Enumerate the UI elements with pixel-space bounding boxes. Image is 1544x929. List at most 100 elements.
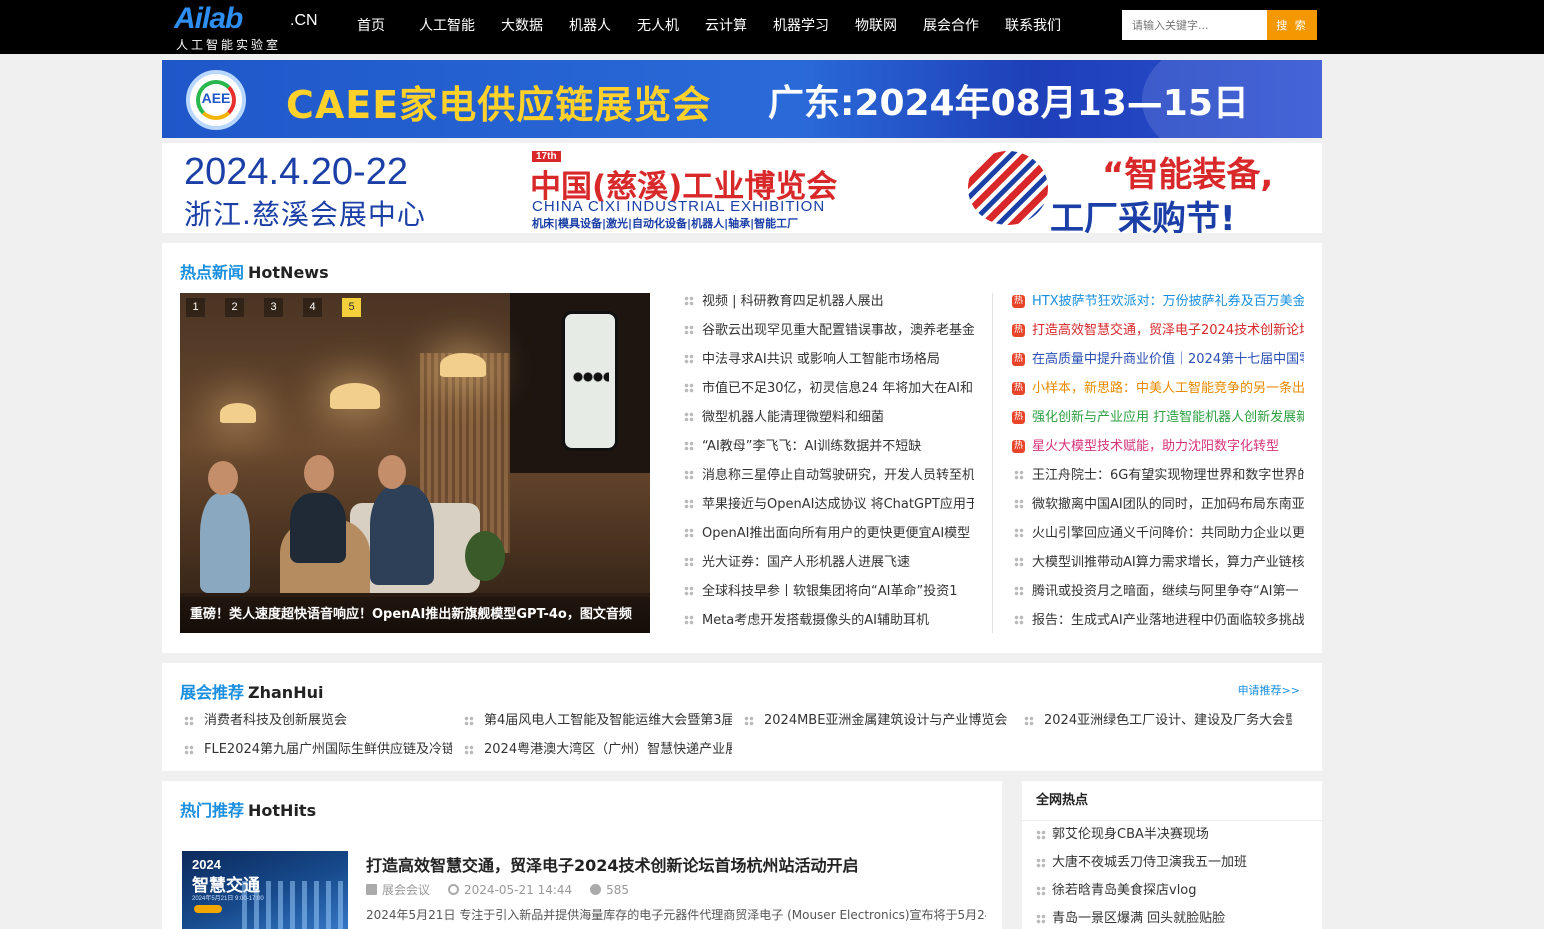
- news-item-text: 微软撤离中国AI团队的同时，正加码布局东南亚: [1032, 497, 1304, 512]
- bullet-icon: [184, 745, 194, 755]
- news-item[interactable]: 微软撤离中国AI团队的同时，正加码布局东南亚: [1012, 496, 1304, 525]
- site-logo[interactable]: Ailab .CN 人工智能实验室: [174, 2, 324, 52]
- bullet-icon: [684, 441, 694, 451]
- news-item-text: HTX披萨节狂欢派对：万份披萨礼券及百万美金: [1032, 294, 1304, 309]
- article-description: 2024年5月21日 专注于引入新品并提供海量库存的电子元器件代理商贸泽电子 (…: [366, 908, 986, 922]
- logo-subtitle: 人工智能实验室: [176, 38, 282, 52]
- sidebar-hot-item[interactable]: 郭艾伦现身CBA半决赛现场: [1036, 825, 1247, 853]
- sidebar-hot-item[interactable]: 青岛一景区爆满 回头就脸贴脸: [1036, 909, 1247, 929]
- news-item[interactable]: 大模型训推带动AI算力需求增长，算力产业链核: [1012, 554, 1304, 583]
- banner1-date: 广东:2024年08月13—15日: [768, 83, 1249, 124]
- news-item[interactable]: 微型机器人能清理微塑料和细菌: [682, 409, 974, 438]
- main-nav: 首页 人工智能 大数据 机器人 无人机 云计算 机器学习 物联网 展会合作 联系…: [336, 0, 1074, 54]
- person-head: [378, 455, 406, 489]
- news-item[interactable]: 视频 | 科研教育四足机器人展出: [682, 293, 974, 322]
- slider-dot-1[interactable]: 1: [186, 298, 205, 317]
- banner2-slogan-line1: “智能装备,: [1102, 155, 1274, 195]
- article-meta: 展会会议 2024-05-21 14:44 585: [366, 881, 647, 898]
- hot-badge-icon: 热: [1012, 295, 1025, 308]
- list-divider: [992, 293, 993, 633]
- expo-item[interactable]: 2024MBE亚洲金属建筑设计与产业博览会: [742, 711, 1012, 731]
- news-item[interactable]: 热小样本，新思路：中美人工智能竞争的另一条出: [1012, 380, 1304, 409]
- hot-badge-icon: 热: [1012, 324, 1025, 337]
- search-button[interactable]: 搜 索: [1267, 10, 1317, 40]
- hot-badge-icon: 热: [1012, 411, 1025, 424]
- nav-item-robot[interactable]: 机器人: [556, 0, 624, 54]
- person-head: [208, 461, 238, 495]
- bullet-icon: [184, 716, 194, 726]
- expo-item[interactable]: 2024亚洲绿色工厂设计、建设及厂务大会暨: [1022, 711, 1292, 731]
- bullet-icon: [1024, 716, 1034, 726]
- news-item[interactable]: 热打造高效智慧交通，贸泽电子2024技术创新论坛: [1012, 322, 1304, 351]
- article-thumbnail[interactable]: 2024 智慧交通 2024年5月21日 9:00-17:00: [182, 851, 348, 929]
- cixi-expo-banner[interactable]: 2024.4.20-22 浙江.慈溪会展中心 17th 中国(慈溪)工业博览会 …: [162, 143, 1322, 233]
- article-title[interactable]: 打造高效智慧交通，贸泽电子2024技术创新论坛首场杭州站活动开启: [366, 852, 859, 876]
- news-item[interactable]: 全球科技早参丨软银集团将向“AI革命”投资1: [682, 583, 974, 612]
- search-input[interactable]: [1122, 10, 1267, 40]
- sidebar-hot-item-text: 郭艾伦现身CBA半决赛现场: [1052, 827, 1209, 842]
- news-slider[interactable]: 1 2 3 4 5 重磅！类人速度超快语音响应！OpenAI推出新旗舰模型GPT…: [180, 293, 650, 633]
- nav-item-home[interactable]: 首页: [336, 0, 406, 54]
- news-item[interactable]: 热强化创新与产业应用 打造智能机器人创新发展新: [1012, 409, 1304, 438]
- zhanhui-heading: 展会推荐 ZhanHui: [180, 679, 323, 703]
- news-item[interactable]: 市值已不足30亿，初灵信息24 年将加大在AI和: [682, 380, 974, 409]
- news-item-text: 火山引擎回应通义千问降价：共同助力企业以更: [1032, 526, 1304, 541]
- news-item[interactable]: OpenAI推出面向所有用户的更快更便宜AI模型: [682, 525, 974, 554]
- zhanhui-section: 展会推荐 ZhanHui 申请推荐>> 消费者科技及创新展览会 第4届风电人工智能及…: [162, 663, 1322, 771]
- news-item[interactable]: 腾讯或投资月之暗面，继续与阿里争夺“AI第一: [1012, 583, 1304, 612]
- slider-dot-3[interactable]: 3: [264, 298, 283, 317]
- nav-item-expo[interactable]: 展会合作: [910, 0, 992, 54]
- sidebar-hot-item[interactable]: 大唐不夜城丢刀侍卫演我五一加班: [1036, 853, 1247, 881]
- news-item[interactable]: 火山引擎回应通义千问降价：共同助力企业以更: [1012, 525, 1304, 554]
- news-item[interactable]: 热在高质量中提升商业价值｜2024第十七届中国零: [1012, 351, 1304, 380]
- sidebar-hot-item-text: 青岛一景区爆满 回头就脸贴脸: [1052, 911, 1226, 926]
- news-item-text: 微型机器人能清理微塑料和细菌: [702, 410, 885, 425]
- slider-dot-4[interactable]: 4: [303, 298, 322, 317]
- nav-item-bigdata[interactable]: 大数据: [488, 0, 556, 54]
- article-category[interactable]: 展会会议: [366, 881, 430, 898]
- slider-dot-2[interactable]: 2: [225, 298, 244, 317]
- person-figure: [290, 493, 346, 563]
- news-item[interactable]: “AI教母”李飞飞：AI训练数据并不短缺: [682, 438, 974, 467]
- news-item[interactable]: 热星火大模型技术赋能，助力沈阳数字化转型: [1012, 438, 1304, 467]
- news-item[interactable]: 苹果接近与OpenAI达成协议 将ChatGPT应用于: [682, 496, 974, 525]
- news-item[interactable]: Meta考虑开发搭载摄像头的AI辅助耳机: [682, 612, 974, 641]
- apply-recommend-link[interactable]: 申请推荐>>: [1238, 682, 1300, 698]
- article-category-label: 展会会议: [382, 883, 431, 897]
- nav-item-ml[interactable]: 机器学习: [760, 0, 842, 54]
- nav-item-iot[interactable]: 物联网: [842, 0, 910, 54]
- news-item[interactable]: 消息称三星停止自动驾驶研究，开发人员转至机: [682, 467, 974, 496]
- expo-item[interactable]: 第4届风电人工智能及智能运维大会暨第3届: [462, 711, 732, 731]
- logo-mark: Ailab: [174, 2, 243, 35]
- news-item[interactable]: 报告：生成式AI产业落地进程中仍面临较多挑战: [1012, 612, 1304, 641]
- news-item[interactable]: 王江舟院士：6G有望实现物理世界和数字世界的: [1012, 467, 1304, 496]
- news-item[interactable]: 中法寻求AI共识 或影响人工智能市场格局: [682, 351, 974, 380]
- slider-caption: 重磅！类人速度超快语音响应！OpenAI推出新旗舰模型GPT-4o，图文音频: [180, 597, 650, 633]
- expo-item[interactable]: FLE2024第九届广州国际生鲜供应链及冷链: [182, 740, 452, 760]
- voice-dots-icon: [573, 372, 609, 382]
- sidebar-hot-item[interactable]: 徐若晗青岛美食探店vlog: [1036, 881, 1247, 909]
- news-item-text: 强化创新与产业应用 打造智能机器人创新发展新: [1032, 410, 1304, 425]
- bullet-icon: [684, 296, 694, 306]
- sidebar-title: 全网热点: [1022, 781, 1322, 821]
- nav-item-contact[interactable]: 联系我们: [992, 0, 1074, 54]
- hothits-title-en: HotHits: [248, 801, 317, 820]
- news-item[interactable]: 光大证券：国产人形机器人进展飞速: [682, 554, 974, 583]
- bullet-icon: [744, 716, 754, 726]
- top-header: Ailab .CN 人工智能实验室 首页 人工智能 大数据 机器人 无人机 云计…: [0, 0, 1544, 54]
- hot-badge-icon: 热: [1012, 440, 1025, 453]
- expo-item[interactable]: 消费者科技及创新展览会: [182, 711, 452, 731]
- expo-item[interactable]: 2024粤港澳大湾区（广州）智慧快递产业展: [462, 740, 732, 760]
- article-views-label: 585: [606, 882, 630, 897]
- nav-item-ai[interactable]: 人工智能: [406, 0, 488, 54]
- news-item[interactable]: 热 HTX披萨节狂欢派对：万份披萨礼券及百万美金: [1012, 293, 1304, 322]
- nav-item-cloud[interactable]: 云计算: [692, 0, 760, 54]
- nav-item-drone[interactable]: 无人机: [624, 0, 692, 54]
- bullet-icon: [684, 615, 694, 625]
- caee-expo-banner[interactable]: AEE CAEE家电供应链展览会 广东:2024年08月13—15日: [162, 60, 1322, 138]
- slider-dot-5[interactable]: 5: [342, 298, 361, 317]
- bullet-icon: [684, 354, 694, 364]
- news-item[interactable]: 谷歌云出现罕见重大配置错误事故，澳养老基金: [682, 322, 974, 351]
- bullet-icon: [684, 383, 694, 393]
- news-item-text: 打造高效智慧交通，贸泽电子2024技术创新论坛: [1032, 323, 1304, 338]
